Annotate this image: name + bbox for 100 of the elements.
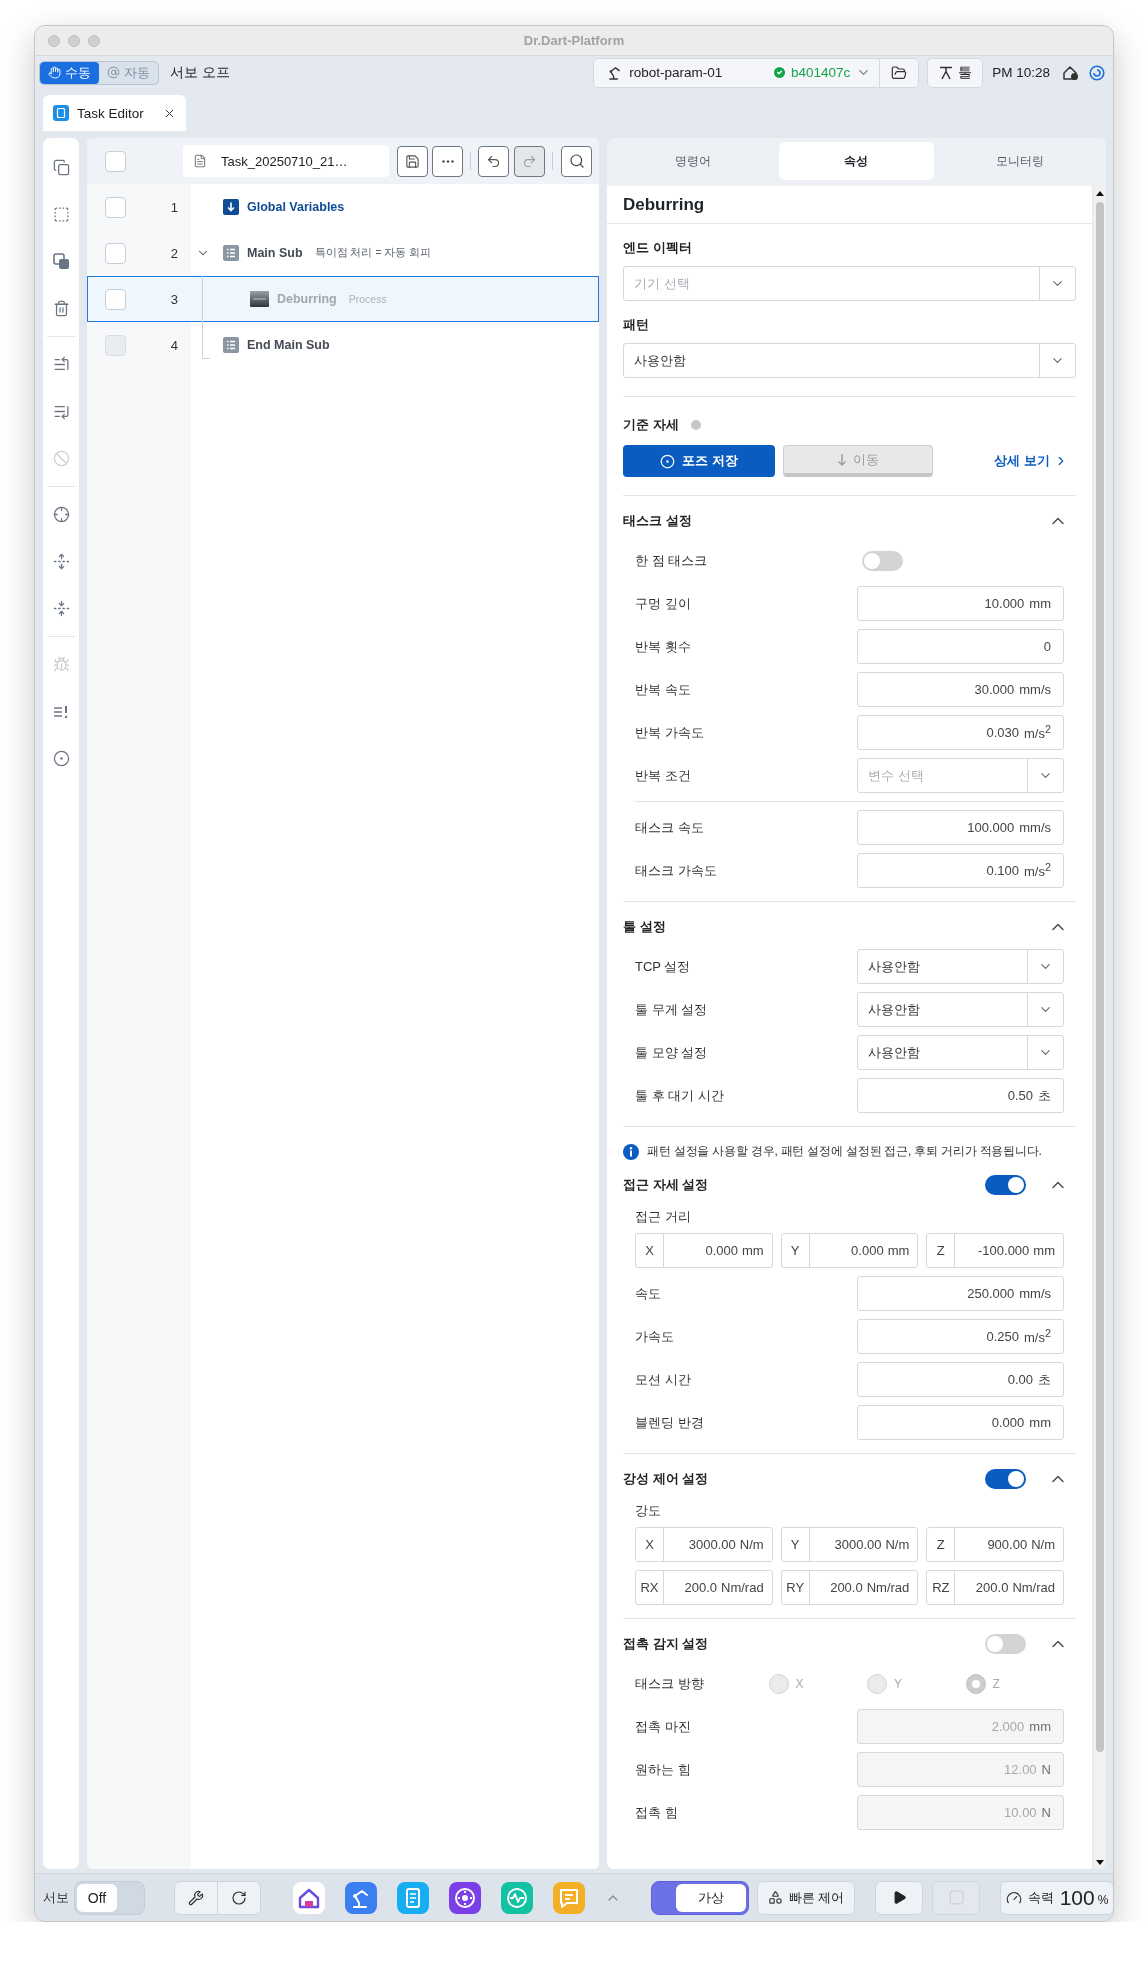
stop-icon <box>947 1889 965 1906</box>
number-field[interactable]: 0.030 m/s$^{2}$ <box>857 715 1064 750</box>
dropdown[interactable]: 사용안함 <box>623 343 1076 378</box>
axis-input-field[interactable]: Y 3000.00 N/m <box>780 1527 919 1562</box>
more-icon <box>441 159 454 163</box>
target-app-icon[interactable] <box>449 1881 481 1914</box>
redo-icon <box>522 153 537 169</box>
crosshair-icon[interactable] <box>52 506 70 523</box>
axis-input-field[interactable]: Y 0.000 mm <box>780 1233 919 1268</box>
radio-label: Y <box>894 1676 903 1691</box>
record-icon[interactable] <box>52 750 70 767</box>
axis-input-field[interactable]: X 3000.00 N/m <box>635 1527 773 1562</box>
process-thumbnail-icon <box>250 291 269 307</box>
search-button[interactable] <box>561 145 592 177</box>
scroll-up-icon[interactable] <box>1095 191 1104 196</box>
axis-input-field[interactable]: X 0.000 mm <box>635 1233 773 1268</box>
robot-arm-app-icon[interactable] <box>345 1881 377 1914</box>
dropdown[interactable]: 사용안함 <box>857 992 1064 1027</box>
fold-vertical-icon[interactable] <box>52 600 70 617</box>
rotate-icon[interactable] <box>231 1889 247 1906</box>
trash-icon[interactable] <box>52 300 70 317</box>
axis-label: RY <box>781 1571 810 1604</box>
list-start-icon[interactable] <box>52 356 70 373</box>
toggle-switch[interactable] <box>862 550 903 571</box>
house-badge-icon[interactable] <box>1062 64 1079 81</box>
file-name-field[interactable]: Task_20250710_21… <box>183 145 389 177</box>
section-title: 접근 자세 설정 <box>623 1176 710 1194</box>
checkbox[interactable] <box>105 288 126 310</box>
number-field[interactable]: 0.000 mm <box>857 1405 1064 1440</box>
gripper-icon <box>938 65 953 80</box>
search-icon <box>568 153 585 169</box>
wrench-icon[interactable] <box>188 1889 204 1906</box>
field-label: 원하는 힘 <box>635 1760 692 1779</box>
scroll-down-icon[interactable] <box>1095 1860 1104 1865</box>
stacked-squares-icon[interactable] <box>52 253 70 270</box>
tool-button[interactable]: 툴 <box>927 57 984 88</box>
panel-tab[interactable]: 속성 <box>778 142 935 180</box>
unfold-vertical-icon[interactable] <box>52 553 70 570</box>
scrollbar-thumb[interactable] <box>1095 202 1104 1752</box>
axis-input-field[interactable]: RY 200.0 Nm/rad <box>780 1570 919 1605</box>
undo-button[interactable] <box>478 145 509 177</box>
field-label: 기준 자세 <box>623 416 679 434</box>
list-alert-icon[interactable] <box>53 704 69 719</box>
panel-tab[interactable]: 명령어 <box>615 142 771 180</box>
quick-control-button[interactable]: 빠른 제어 <box>757 1880 855 1915</box>
number-field[interactable]: 100.000 mm/s <box>857 810 1064 845</box>
number-field[interactable]: 0.100 m/s$^{2}$ <box>857 853 1064 888</box>
speed-button[interactable]: 속력 100% <box>1000 1880 1113 1915</box>
document-app-icon[interactable] <box>397 1881 429 1914</box>
axis-input-field[interactable]: RX 200.0 Nm/rad <box>635 1570 773 1605</box>
document-tab[interactable]: Task Editor <box>43 95 186 131</box>
tree-row[interactable]: 2 Main Sub 특이점 처리 = 자동 회피 <box>87 230 599 276</box>
tree-row[interactable]: 3 Deburring Process <box>87 276 599 322</box>
mode-button[interactable]: 수동 <box>40 61 99 84</box>
axis-input-field[interactable]: Z -100.000 mm <box>926 1233 1064 1268</box>
node-label: End Main Sub <box>247 338 330 352</box>
field-label: 반복 가속도 <box>635 723 705 742</box>
axis-label: Z <box>927 1234 956 1267</box>
scrollbar-track[interactable] <box>1092 186 1106 1869</box>
field-label: 툴 모양 설정 <box>635 1043 709 1062</box>
number-field[interactable]: 0 <box>857 629 1064 664</box>
play-button[interactable] <box>875 1880 923 1915</box>
axis-input-field[interactable]: RZ 200.0 Nm/rad <box>926 1570 1064 1605</box>
axis-input-field[interactable]: Z 900.00 N/m <box>926 1527 1064 1562</box>
checkbox[interactable] <box>105 242 126 264</box>
toggle-switch[interactable] <box>985 1634 1026 1654</box>
servo-switch[interactable]: Off <box>74 1880 145 1915</box>
panel-tab[interactable]: 모니터링 <box>942 142 1098 180</box>
number-field[interactable]: 30.000 mm/s <box>857 672 1064 707</box>
virtual-mode-switch[interactable]: 가상 <box>651 1880 749 1915</box>
toggle-switch[interactable] <box>985 1469 1026 1489</box>
number-field[interactable]: 0.00 초 <box>857 1362 1064 1397</box>
number-field[interactable]: 0.50 초 <box>857 1078 1064 1113</box>
axis-label: RZ <box>927 1571 956 1604</box>
at-sign-icon <box>107 66 120 79</box>
checkbox[interactable] <box>105 196 126 218</box>
axis-label: Y <box>781 1234 810 1267</box>
detail-link[interactable]: 상세 보기 <box>994 452 1068 470</box>
field-label: 반복 조건 <box>635 766 692 785</box>
home-app-icon[interactable] <box>293 1881 325 1914</box>
down-arrow-icon <box>837 452 847 467</box>
field-label: 모션 시간 <box>635 1370 692 1389</box>
dropdown[interactable]: 사용안함 <box>857 949 1064 984</box>
list-end-icon[interactable] <box>52 403 70 420</box>
more-button[interactable] <box>432 145 463 177</box>
dropdown[interactable]: 사용안함 <box>857 1035 1064 1070</box>
tree-row[interactable]: 1 Global Variables <box>87 184 599 230</box>
robot-dropdown[interactable]: robot-param-01 b401407c <box>594 58 880 87</box>
node-note: 특이점 처리 = 자동 회피 <box>314 246 432 260</box>
copy-icon[interactable] <box>52 159 70 176</box>
toggle-switch[interactable] <box>985 1175 1026 1195</box>
dashed-square-icon[interactable] <box>52 206 70 223</box>
number-field[interactable]: 0.250 m/s$^{2}$ <box>857 1319 1064 1354</box>
number-field[interactable]: 250.000 mm/s <box>857 1276 1064 1311</box>
number-field[interactable]: 10.000 mm <box>857 586 1064 621</box>
save-button[interactable] <box>397 145 428 177</box>
panel-title: Deburring <box>607 186 1092 224</box>
select-all-checkbox[interactable] <box>105 150 126 172</box>
sync-ring-icon[interactable] <box>1089 64 1105 81</box>
save-pose-button[interactable]: 포즈 저장 <box>623 445 775 477</box>
